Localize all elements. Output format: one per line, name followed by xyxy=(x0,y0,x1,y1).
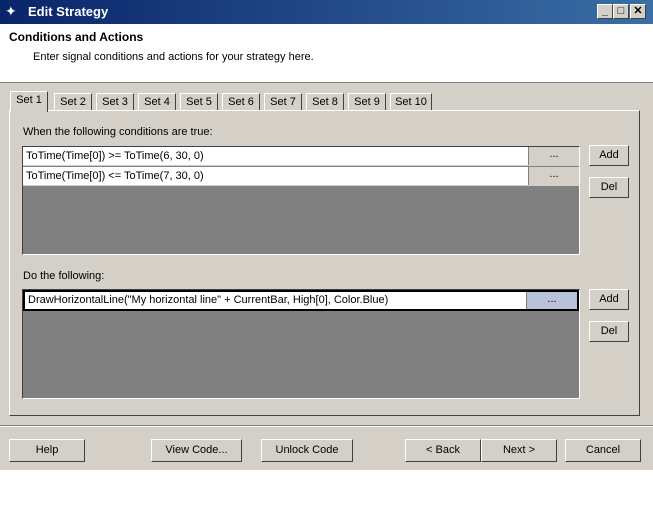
delete-action-button[interactable]: Del xyxy=(589,321,629,342)
wizard-header: Conditions and Actions Enter signal cond… xyxy=(0,24,653,83)
next-button[interactable]: Next > xyxy=(481,439,557,462)
tab-set-2[interactable]: Set 2 xyxy=(54,93,92,111)
condition-row[interactable]: ToTime(Time[0]) <= ToTime(7, 30, 0) ... xyxy=(23,167,579,186)
tab-set-1[interactable]: Set 1 xyxy=(10,91,48,112)
tab-set-9[interactable]: Set 9 xyxy=(348,93,386,111)
set-1-panel: When the following conditions are true: … xyxy=(9,110,640,416)
tab-set-10[interactable]: Set 10 xyxy=(390,93,432,111)
edit-condition-button[interactable]: ... xyxy=(528,167,579,185)
tab-set-5[interactable]: Set 5 xyxy=(180,93,218,111)
page-title: Conditions and Actions xyxy=(9,30,144,44)
window-title: Edit Strategy xyxy=(28,4,109,19)
footer-separator xyxy=(0,425,653,427)
tab-set-3[interactable]: Set 3 xyxy=(96,93,134,111)
maximize-button[interactable]: □ xyxy=(613,4,629,19)
conditions-list: ToTime(Time[0]) >= ToTime(6, 30, 0) ... … xyxy=(22,146,580,255)
page-subtitle: Enter signal conditions and actions for … xyxy=(33,51,314,63)
add-condition-button[interactable]: Add xyxy=(589,145,629,166)
action-text: DrawHorizontalLine("My horizontal line" … xyxy=(28,294,389,306)
condition-row[interactable]: ToTime(Time[0]) >= ToTime(6, 30, 0) ... xyxy=(23,147,579,166)
edit-action-button[interactable]: ... xyxy=(526,292,577,309)
actions-list: DrawHorizontalLine("My horizontal line" … xyxy=(22,289,580,399)
tab-set-7[interactable]: Set 7 xyxy=(264,93,302,111)
strategy-diamond-icon: ✦ xyxy=(5,3,17,19)
tab-set-4[interactable]: Set 4 xyxy=(138,93,176,111)
title-bar: ✦ Edit Strategy _ □ ✕ xyxy=(0,0,653,24)
action-row[interactable]: DrawHorizontalLine("My horizontal line" … xyxy=(23,290,579,311)
cancel-button[interactable]: Cancel xyxy=(565,439,641,462)
edit-condition-button[interactable]: ... xyxy=(528,147,579,165)
back-button[interactable]: < Back xyxy=(405,439,481,462)
window-bottom-edge xyxy=(0,466,653,470)
edit-strategy-window: ✦ Edit Strategy _ □ ✕ Conditions and Act… xyxy=(0,0,653,470)
delete-condition-button[interactable]: Del xyxy=(589,177,629,198)
condition-text: ToTime(Time[0]) <= ToTime(7, 30, 0) xyxy=(26,170,204,182)
help-button[interactable]: Help xyxy=(9,439,85,462)
tab-set-8[interactable]: Set 8 xyxy=(306,93,344,111)
add-action-button[interactable]: Add xyxy=(589,289,629,310)
view-code-button[interactable]: View Code... xyxy=(151,439,242,462)
condition-text: ToTime(Time[0]) >= ToTime(6, 30, 0) xyxy=(26,150,204,162)
unlock-code-button[interactable]: Unlock Code xyxy=(261,439,353,462)
close-button[interactable]: ✕ xyxy=(630,4,646,19)
tab-set-6[interactable]: Set 6 xyxy=(222,93,260,111)
actions-label: Do the following: xyxy=(23,270,105,282)
minimize-button[interactable]: _ xyxy=(597,4,613,19)
conditions-label: When the following conditions are true: xyxy=(23,126,213,138)
